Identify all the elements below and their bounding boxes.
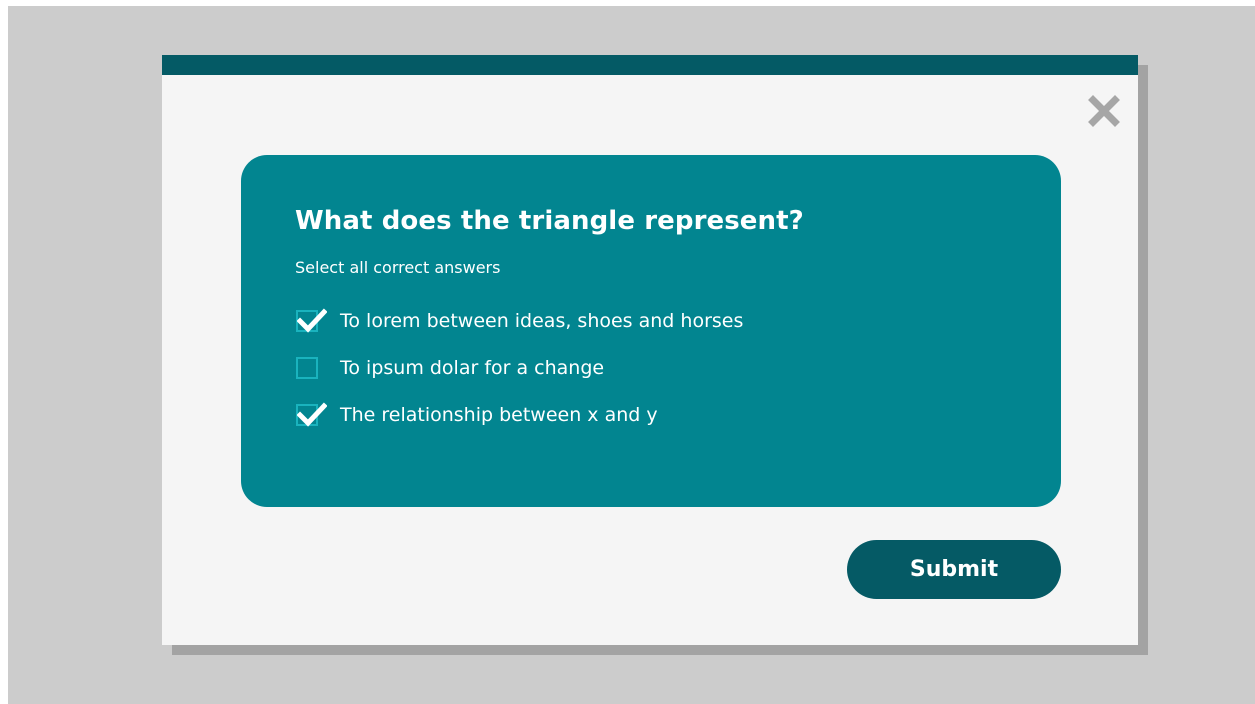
dialog-top-bar <box>162 55 1138 75</box>
checkmark-icon <box>297 308 327 333</box>
answer-option-label: The relationship between x and y <box>340 404 658 426</box>
question-instruction: Select all correct answers <box>295 258 501 277</box>
question-card: What does the triangle represent? Select… <box>241 155 1061 507</box>
close-icon <box>1088 95 1120 127</box>
checkbox-unchecked[interactable] <box>296 357 318 379</box>
question-title: What does the triangle represent? <box>295 206 804 236</box>
close-button[interactable] <box>1086 93 1122 129</box>
submit-button[interactable]: Submit <box>847 540 1061 599</box>
answer-option-1[interactable]: To lorem between ideas, shoes and horses <box>296 306 743 336</box>
answer-option-label: To ipsum dolar for a change <box>340 357 605 379</box>
answer-option-2[interactable]: To ipsum dolar for a change <box>296 353 604 383</box>
checkbox-checked[interactable] <box>296 308 327 333</box>
answer-option-3[interactable]: The relationship between x and y <box>296 400 658 430</box>
answer-option-label: To lorem between ideas, shoes and horses <box>340 310 744 332</box>
quiz-dialog: What does the triangle represent? Select… <box>162 55 1138 645</box>
checkmark-icon <box>297 402 327 427</box>
checkbox-checked[interactable] <box>296 402 327 427</box>
